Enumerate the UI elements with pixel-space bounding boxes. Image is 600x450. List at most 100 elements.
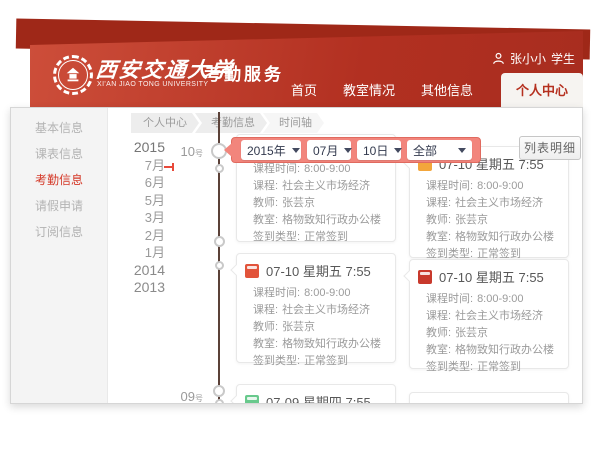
app-title: 考勤服务 xyxy=(204,60,284,85)
timeline-month-jul[interactable]: 7月 xyxy=(111,157,165,175)
timeline-year-2014[interactable]: 2014 xyxy=(111,262,165,280)
card-fields: 课程时间:8:00-9:00 课程:社会主义市场经济 教师:张芸京 教室:格物致… xyxy=(410,289,568,384)
field-label: 课程: xyxy=(253,302,278,319)
field-label: 教室: xyxy=(426,229,451,246)
attendance-card: 07-09 星期四 7:55 xyxy=(236,384,396,404)
field-value: 张芸京 xyxy=(282,195,315,212)
timeline-year-2015[interactable]: 2015 xyxy=(111,139,165,157)
timeline-node xyxy=(214,236,225,247)
card-fields: 课程时间:8:00-9:00 课程:社会主义市场经济 教师:张芸京 教室:格物致… xyxy=(410,176,568,271)
card-date: 07-10 星期五 7:55 xyxy=(266,261,371,280)
attendance-card-partial xyxy=(409,392,569,404)
sidebar-item-leave-request[interactable]: 请假申请 xyxy=(11,198,107,215)
sidebar-item-schedule-info[interactable]: 课表信息 xyxy=(11,146,107,163)
sidebar: 基本信息 课表信息 考勤信息 请假申请 订阅信息 xyxy=(11,108,108,403)
attendance-card: 07-10 星期五 7:55 课程时间:8:00-9:00 课程:社会主义市场经… xyxy=(409,259,569,369)
field-label: 课程时间: xyxy=(253,285,300,302)
timeline-day-10: 10号 xyxy=(159,144,203,159)
timeline-month-mar[interactable]: 3月 xyxy=(111,209,165,227)
university-logo-icon xyxy=(53,55,93,95)
field-label: 教室: xyxy=(253,336,278,353)
field-value: 格物致知行政办公楼 xyxy=(455,229,554,246)
signin-type-icon xyxy=(245,264,259,278)
field-value: 正常签到 xyxy=(304,229,348,246)
field-value: 8:00-9:00 xyxy=(477,178,523,195)
field-value: 格物致知行政办公楼 xyxy=(282,336,381,353)
timeline-month-jun[interactable]: 6月 xyxy=(111,174,165,192)
year-select[interactable]: 2015年 xyxy=(241,140,301,160)
field-label: 签到类型: xyxy=(426,359,473,376)
scope-select[interactable]: 全部 xyxy=(407,140,472,160)
field-label: 课程时间: xyxy=(426,178,473,195)
timeline-day-09: 09号 xyxy=(159,389,203,404)
card-date: 07-09 星期四 7:55 xyxy=(266,392,371,404)
card-header: 07-10 星期五 7:55 xyxy=(237,254,395,283)
signin-type-icon xyxy=(418,270,432,284)
breadcrumb-personal-center[interactable]: 个人中心 xyxy=(131,113,199,133)
field-label: 教师: xyxy=(426,212,451,229)
field-value: 社会主义市场经济 xyxy=(455,308,543,325)
sidebar-item-basic-info[interactable]: 基本信息 xyxy=(11,120,107,137)
timeline-scale: 2015 7月 6月 5月 3月 2月 1月 2014 2013 xyxy=(111,139,165,297)
field-label: 签到类型: xyxy=(253,353,300,370)
timeline-node xyxy=(215,261,224,270)
field-value: 张芸京 xyxy=(282,319,315,336)
field-label: 课程: xyxy=(253,178,278,195)
timeline-year-2013[interactable]: 2013 xyxy=(111,279,165,297)
field-label: 教师: xyxy=(253,319,278,336)
breadcrumb-timeline[interactable]: 时间轴 xyxy=(263,113,324,133)
field-label: 教室: xyxy=(253,212,278,229)
breadcrumb: 个人中心 考勤信息 时间轴 xyxy=(131,113,324,133)
list-detail-button[interactable]: 列表明细 xyxy=(519,136,581,160)
chevron-down-icon xyxy=(394,148,402,153)
content-window: 基本信息 课表信息 考勤信息 请假申请 订阅信息 个人中心 考勤信息 时间轴 2… xyxy=(10,107,583,404)
field-label: 课程: xyxy=(426,195,451,212)
main-nav: 首页 教室情况 其他信息 个人中心 xyxy=(291,73,583,107)
chevron-down-icon xyxy=(292,148,300,153)
nav-item-other-info[interactable]: 其他信息 xyxy=(421,80,473,107)
nav-item-classrooms[interactable]: 教室情况 xyxy=(343,80,395,107)
breadcrumb-attendance-info[interactable]: 考勤信息 xyxy=(195,113,267,133)
logo-ring xyxy=(58,60,88,90)
signin-type-icon xyxy=(245,395,259,405)
field-value: 张芸京 xyxy=(455,212,488,229)
chevron-down-icon xyxy=(458,148,466,153)
month-select[interactable]: 07月 xyxy=(307,140,351,160)
day-select[interactable]: 10日 xyxy=(357,140,401,160)
user-role: 学生 xyxy=(551,50,575,67)
card-header: 07-10 星期五 7:55 xyxy=(410,260,568,289)
timeline-node xyxy=(213,385,225,397)
date-filter-bar: 2015年 07月 10日 全部 xyxy=(231,137,481,163)
field-value: 社会主义市场经济 xyxy=(282,302,370,319)
user-name: 张小小 xyxy=(510,50,546,67)
timeline-node xyxy=(215,164,224,173)
university-name-en: XI'AN JIAO TONG UNIVERSITY xyxy=(97,81,208,88)
field-label: 教师: xyxy=(253,195,278,212)
chevron-down-icon xyxy=(344,148,352,153)
nav-item-personal-center[interactable]: 个人中心 xyxy=(501,73,583,107)
field-value: 格物致知行政办公楼 xyxy=(282,212,381,229)
person-icon xyxy=(492,52,505,65)
field-label: 签到类型: xyxy=(253,229,300,246)
current-month-marker xyxy=(164,166,172,168)
field-value: 正常签到 xyxy=(304,353,348,370)
card-fields: 课程时间:8:00-9:00 课程:社会主义市场经济 教师:张芸京 教室:格物致… xyxy=(237,283,395,378)
timeline-month-may[interactable]: 5月 xyxy=(111,192,165,210)
field-label: 教室: xyxy=(426,342,451,359)
nav-item-home[interactable]: 首页 xyxy=(291,80,317,107)
field-value: 8:00-9:00 xyxy=(304,161,350,178)
pagoda-icon xyxy=(64,66,82,84)
field-value: 社会主义市场经济 xyxy=(455,195,543,212)
field-value: 张芸京 xyxy=(455,325,488,342)
sidebar-item-attendance-info[interactable]: 考勤信息 xyxy=(11,172,107,189)
attendance-card: 07-10 星期五 7:55 课程时间:8:00-9:00 课程:社会主义市场经… xyxy=(236,253,396,363)
field-value: 格物致知行政办公楼 xyxy=(455,342,554,359)
field-value: 8:00-9:00 xyxy=(304,285,350,302)
attendance-portal-page: 西安交通大学 XI'AN JIAO TONG UNIVERSITY 考勤服务 张… xyxy=(0,0,600,450)
timeline-month-jan[interactable]: 1月 xyxy=(111,244,165,262)
field-label: 课程时间: xyxy=(426,291,473,308)
sidebar-item-subscription-info[interactable]: 订阅信息 xyxy=(11,224,107,241)
card-header: 07-09 星期四 7:55 xyxy=(237,385,395,404)
timeline-month-feb[interactable]: 2月 xyxy=(111,227,165,245)
user-menu[interactable]: 张小小 学生 xyxy=(492,50,575,67)
